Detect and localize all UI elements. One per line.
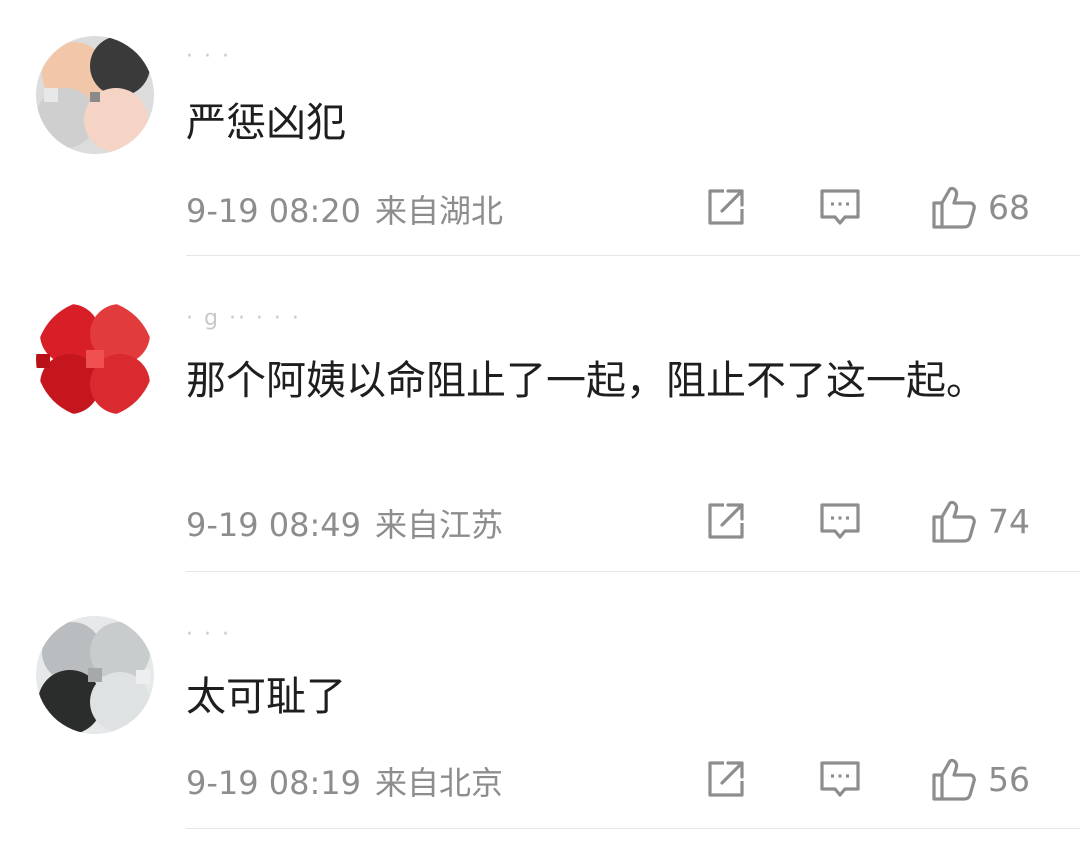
username[interactable]: · g ·· · · ·	[186, 306, 301, 330]
comment-location: 来自湖北	[375, 192, 504, 230]
comment-text: 太可耻了	[186, 674, 346, 720]
avatar[interactable]	[36, 616, 154, 734]
comment-location: 来自北京	[375, 764, 504, 802]
divider	[186, 828, 1080, 829]
thumbs-up-icon	[932, 500, 976, 543]
comment-icon	[820, 503, 860, 539]
like-button[interactable]: 68	[930, 182, 1030, 232]
thumbs-up-icon	[932, 758, 976, 801]
avatar-mosaic	[36, 36, 154, 154]
reply-button[interactable]	[818, 182, 862, 232]
comment-actions: 56	[704, 754, 1044, 804]
comment-item: · g ·· · · · 那个阿姨以命阻止了一起，阻止不了这一起。 9-19 0…	[0, 256, 1080, 572]
comment-actions: 68	[704, 182, 1044, 232]
share-button[interactable]	[704, 496, 748, 546]
thumbs-up-icon	[932, 186, 976, 229]
comment-meta: 9-19 08:49 来自江苏	[186, 500, 503, 546]
comment-text: 严惩凶犯	[186, 100, 346, 146]
like-count: 74	[988, 501, 1030, 541]
share-icon	[708, 761, 744, 797]
comment-item: · · · 严惩凶犯 9-19 08:20 来自湖北 68	[0, 0, 1080, 256]
share-icon	[708, 189, 744, 225]
share-icon	[708, 503, 744, 539]
username[interactable]: · · ·	[186, 44, 231, 68]
comment-icon	[820, 189, 860, 225]
like-count: 56	[988, 759, 1030, 799]
comment-date: 9-19 08:49	[186, 506, 362, 544]
comment-date: 9-19 08:20	[186, 192, 362, 230]
comment-text: 那个阿姨以命阻止了一起，阻止不了这一起。	[186, 358, 986, 404]
avatar[interactable]	[36, 36, 154, 154]
comment-actions: 74	[704, 496, 1044, 546]
avatar[interactable]	[36, 300, 154, 418]
reply-button[interactable]	[818, 496, 862, 546]
share-button[interactable]	[704, 754, 748, 804]
comment-location: 来自江苏	[375, 506, 504, 544]
avatar-mosaic	[36, 300, 154, 418]
comment-item: · · · 太可耻了 9-19 08:19 来自北京 56	[0, 572, 1080, 842]
like-button[interactable]: 74	[930, 496, 1030, 546]
comment-meta: 9-19 08:20 来自湖北	[186, 186, 503, 232]
reply-button[interactable]	[818, 754, 862, 804]
like-button[interactable]: 56	[930, 754, 1030, 804]
comment-icon	[820, 761, 860, 797]
username[interactable]: · · ·	[186, 622, 231, 646]
like-count: 68	[988, 187, 1030, 227]
avatar-mosaic	[36, 616, 154, 734]
comment-date: 9-19 08:19	[186, 764, 362, 802]
comment-meta: 9-19 08:19 来自北京	[186, 758, 503, 804]
share-button[interactable]	[704, 182, 748, 232]
